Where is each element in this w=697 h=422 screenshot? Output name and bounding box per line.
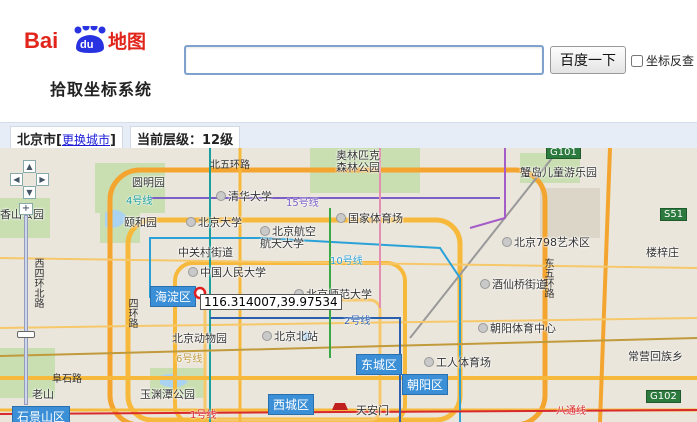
- pan-right-icon[interactable]: ▶: [36, 173, 49, 186]
- svg-text:du: du: [80, 39, 93, 51]
- poi-label[interactable]: 圆明园: [132, 174, 165, 190]
- poi-label[interactable]: 北京798艺术区: [502, 234, 590, 250]
- poi-label[interactable]: 清华大学: [216, 188, 272, 204]
- district-label-xicheng[interactable]: 西城区: [268, 394, 315, 415]
- district-label-haidian[interactable]: 海淀区: [150, 286, 197, 307]
- airport-area: [540, 188, 600, 238]
- poi-icon: [336, 213, 346, 223]
- district-label-chaoyang[interactable]: 朝阳区: [402, 374, 449, 395]
- zoom-slider[interactable]: +: [17, 203, 35, 413]
- metro-label: 八通线: [556, 406, 586, 417]
- zoom-level-label: 当前层级：12级: [130, 126, 241, 148]
- poi-icon: [188, 267, 198, 277]
- highway-shield: S51: [660, 208, 688, 221]
- poi-label[interactable]: 玉渊潭公园: [140, 386, 195, 402]
- metro-label: 6号线: [176, 354, 203, 365]
- change-city-link[interactable]: 更换城市: [62, 133, 110, 147]
- coordinate-tooltip: 116.314007,39.97534: [200, 294, 342, 310]
- poi-label[interactable]: 楼梓庄: [646, 244, 679, 260]
- poi-icon: [216, 191, 226, 201]
- map-base-layer: [0, 148, 697, 422]
- poi-icon: [478, 323, 488, 333]
- search-button[interactable]: 百度一下: [550, 46, 626, 74]
- pan-left-icon[interactable]: ◀: [10, 173, 23, 186]
- poi-icon: [262, 331, 272, 341]
- metro-label: 1号线: [190, 410, 217, 421]
- poi-label[interactable]: 北京航空航天大学: [260, 226, 322, 250]
- city-name: 北京市: [17, 133, 57, 148]
- metro-label: 2号线: [344, 316, 371, 327]
- highway-shield: G101: [546, 148, 581, 159]
- road-label: 西四环北路: [32, 258, 43, 308]
- poi-label[interactable]: 常营回族乡: [628, 348, 683, 364]
- poi-label[interactable]: 蟹岛儿童游乐园: [520, 164, 597, 180]
- poi-label[interactable]: 颐和园: [124, 214, 157, 230]
- metro-label: 4号线: [126, 196, 153, 207]
- app-root: Bai du 地图 拾取坐标系统 百度一下 坐标反查 北京市[更换城市] 当前层…: [0, 0, 697, 422]
- svg-text:地图: 地图: [108, 30, 146, 53]
- tiananmen-icon: [332, 403, 348, 410]
- metro-line-13: [469, 148, 506, 229]
- highway-shield: G102: [646, 390, 681, 403]
- poi-icon: [502, 237, 512, 247]
- pan-control: ▲ ◀ ▶ ▼: [10, 160, 50, 200]
- poi-label[interactable]: 奥林匹克森林公园: [336, 150, 388, 174]
- zoom-slider-track[interactable]: [24, 215, 28, 405]
- search-input[interactable]: [184, 45, 544, 75]
- poi-label[interactable]: 北京大学: [186, 214, 242, 230]
- district-label-dongcheng[interactable]: 东城区: [356, 354, 403, 375]
- current-city: 北京市[更换城市]: [10, 126, 123, 148]
- poi-icon: [480, 279, 490, 289]
- poi-icon: [424, 357, 434, 367]
- road-label: 四环路: [126, 298, 137, 328]
- poi-label[interactable]: 工人体育场: [424, 354, 491, 370]
- poi-label[interactable]: 老山: [32, 386, 54, 402]
- map-toolbar: 北京市[更换城市] 当前层级：12级: [0, 122, 697, 148]
- pan-down-icon[interactable]: ▼: [23, 186, 36, 199]
- map-canvas[interactable]: 圆明园 颐和园 清华大学 北京大学 中关村街道 中国人民大学 北京航空航天大学 …: [0, 148, 697, 422]
- metro-label: 15号线: [286, 198, 319, 209]
- metro-line-6: [0, 337, 697, 357]
- poi-icon: [186, 217, 196, 227]
- poi-label[interactable]: 天安门: [356, 402, 389, 418]
- zoom-in-icon[interactable]: +: [19, 203, 33, 215]
- map-navigation-control: ▲ ◀ ▶ ▼: [10, 160, 50, 200]
- poi-icon: [260, 226, 270, 236]
- svg-text:Bai: Bai: [24, 28, 58, 53]
- metro-label: 10号线: [330, 256, 363, 267]
- baidu-map-logo[interactable]: Bai du 地图 拾取坐标系统: [24, 26, 174, 99]
- poi-label[interactable]: 北京动物园: [172, 330, 227, 346]
- poi-label[interactable]: 朝阳体育中心: [478, 320, 556, 336]
- poi-label[interactable]: 北京北站: [262, 328, 318, 344]
- reverse-lookup-label: 坐标反查: [646, 54, 695, 68]
- poi-label[interactable]: 中关村街道: [178, 244, 233, 260]
- poi-label[interactable]: 酒仙桥街道: [480, 276, 547, 292]
- road-label: 阜石路: [52, 374, 82, 385]
- baidu-paw-logo-icon: Bai du 地图: [24, 26, 146, 53]
- road: [598, 148, 612, 422]
- reverse-lookup-checkbox[interactable]: [631, 54, 643, 67]
- zoom-slider-thumb[interactable]: [17, 331, 35, 338]
- reverse-lookup-toggle[interactable]: 坐标反查: [631, 52, 694, 69]
- poi-label[interactable]: 中国人民大学: [188, 264, 266, 280]
- logo-subtitle: 拾取坐标系统: [49, 80, 152, 99]
- road-label: 北五环路: [210, 160, 250, 171]
- poi-label[interactable]: 国家体育场: [336, 210, 403, 226]
- pan-up-icon[interactable]: ▲: [23, 160, 36, 173]
- road-label: 东五环路: [542, 258, 553, 298]
